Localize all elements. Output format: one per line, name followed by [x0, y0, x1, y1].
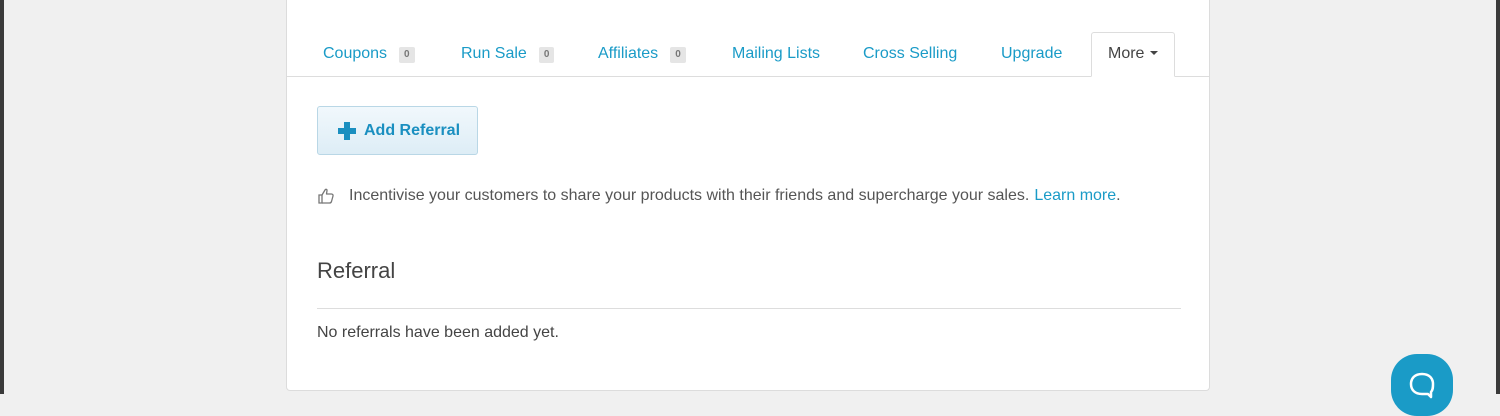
empty-state-message: No referrals have been added yet.: [317, 324, 559, 341]
tab-more-dropdown[interactable]: More: [1091, 32, 1176, 77]
tab-label: Coupons: [323, 45, 388, 62]
tab-upgrade[interactable]: Upgrade: [1001, 32, 1062, 76]
tab-mailing-lists[interactable]: Mailing Lists: [732, 32, 820, 76]
tab-label: Run Sale: [461, 45, 527, 62]
content-panel: Coupons 0 Run Sale 0 Affiliates 0 Mailing L…: [286, 0, 1210, 391]
window-edge-left: [0, 0, 4, 394]
section-divider: [317, 308, 1181, 309]
tab-label: More: [1108, 45, 1145, 62]
tab-label: Mailing Lists: [732, 45, 821, 62]
section-title: Referral: [317, 258, 396, 283]
tab-count-badge: 0: [399, 47, 415, 63]
tab-count-badge: 0: [538, 47, 555, 63]
tab-label: Affiliates: [598, 45, 659, 62]
info-link-suffix: .: [1116, 187, 1121, 204]
learn-more-link[interactable]: Learn more: [1034, 187, 1116, 205]
window-edge-right: [1496, 0, 1500, 394]
chat-widget-button[interactable]: [1391, 354, 1453, 416]
info-text: Incentivise your customers to share your…: [349, 187, 1030, 204]
add-referral-button[interactable]: Add Referral: [317, 106, 478, 155]
thumbs-up-icon: [318, 188, 334, 204]
caret-down-icon: [1150, 51, 1159, 55]
info-message: Incentivise your customers to share your…: [317, 184, 1121, 208]
tab-count-badge: 0: [670, 47, 686, 63]
tab-label: Upgrade: [1001, 45, 1063, 62]
plus-icon: [338, 121, 356, 140]
tab-coupons[interactable]: Coupons 0: [323, 32, 415, 76]
tab-bar: Coupons 0 Run Sale 0 Affiliates 0 Mailing L…: [287, 32, 1209, 77]
tab-cross-selling[interactable]: Cross Selling: [863, 32, 957, 76]
chat-bubble-icon: [1409, 372, 1435, 399]
tab-affiliates[interactable]: Affiliates 0: [598, 32, 686, 76]
tab-label: Cross Selling: [863, 45, 958, 62]
tab-run-sale[interactable]: Run Sale 0: [461, 32, 555, 76]
add-referral-label: Add Referral: [364, 121, 461, 139]
